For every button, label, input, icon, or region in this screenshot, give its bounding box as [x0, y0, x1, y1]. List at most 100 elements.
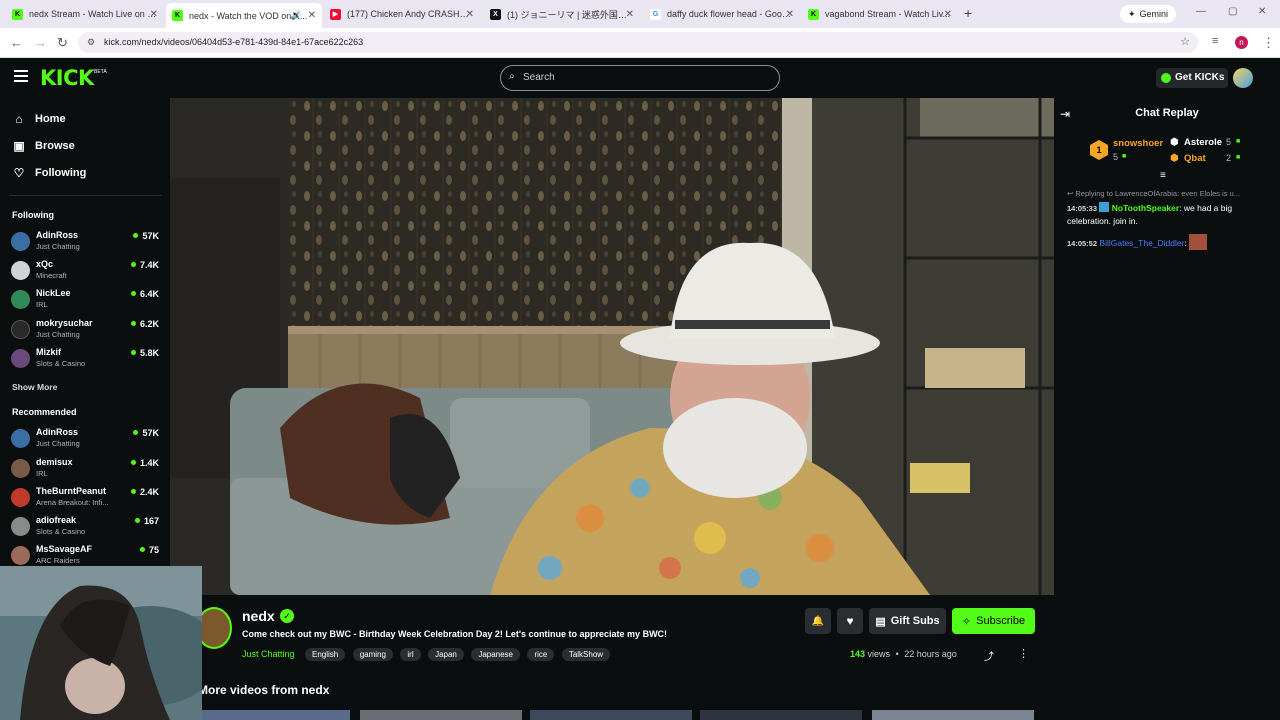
sidebar-channel[interactable]: TheBurntPeanut Arena Breakout: Infi... 2…: [11, 484, 161, 512]
speaker-icon[interactable]: 🔊: [291, 10, 302, 21]
browser-tab[interactable]: X (1) ジョニーリマ | 迷惑外国人拡... ✕: [484, 3, 640, 25]
minimize-icon[interactable]: —: [1196, 6, 1206, 17]
close-window-icon[interactable]: ✕: [1258, 6, 1266, 17]
media-controls-icon[interactable]: ≡: [1212, 35, 1218, 47]
expand-leaderboard-icon[interactable]: ≡: [1160, 170, 1166, 181]
x-favicon-icon: X: [490, 8, 501, 20]
message-user[interactable]: NoToothSpeaker: [1112, 203, 1179, 213]
more-options-icon[interactable]: ⋮: [1018, 647, 1029, 660]
close-tab-icon[interactable]: ✕: [150, 9, 158, 20]
browser-tab[interactable]: K vagabond Stream - Watch Liv... ✕: [802, 3, 958, 25]
nav-label: Following: [35, 167, 87, 179]
nav-home[interactable]: ⌂ Home: [12, 109, 65, 129]
sidebar-channel[interactable]: adiofreak Slots & Casino 167: [11, 513, 161, 541]
message-user[interactable]: BillGates_The_Diddler: [1099, 238, 1184, 248]
browser-tab[interactable]: ▶ (177) Chicken Andy CRASHES N... ✕: [324, 3, 480, 25]
gift-subs-button[interactable]: ▤ Gift Subs: [869, 608, 946, 634]
leaderboard-user[interactable]: Qbat: [1184, 153, 1206, 164]
avatar: [11, 349, 30, 368]
tag[interactable]: Japanese: [471, 648, 521, 661]
subscribe-button[interactable]: ✧ Subscribe: [952, 608, 1035, 634]
new-tab-icon[interactable]: +: [964, 5, 972, 21]
chat-title: Chat Replay: [1135, 107, 1199, 119]
notification-bell-button[interactable]: 🔔: [805, 608, 831, 634]
sidebar-channel[interactable]: xQc Minecraft 7.4K: [11, 257, 161, 285]
channel-category: ARC Raiders: [36, 556, 80, 565]
channel-name: TheBurntPeanut: [36, 486, 107, 496]
more-videos-heading: More videos from nedx: [198, 683, 330, 697]
channel-category: Just Chatting: [36, 330, 80, 339]
share-icon[interactable]: ⤴: [984, 648, 994, 663]
gemini-icon: ✦: [1127, 8, 1136, 19]
tab-title: (1) ジョニーリマ | 迷惑外国人拡...: [507, 9, 634, 20]
close-tab-icon[interactable]: ✕: [786, 9, 794, 20]
hamburger-menu-icon[interactable]: [14, 70, 28, 82]
maximize-icon[interactable]: ▢: [1228, 6, 1237, 17]
tag[interactable]: irl: [400, 648, 421, 661]
leaderboard-user[interactable]: Asterole: [1184, 137, 1222, 148]
user-avatar[interactable]: [1233, 68, 1253, 88]
channel-name: NickLee: [36, 288, 71, 298]
channel-name[interactable]: nedx: [242, 608, 275, 624]
nav-following[interactable]: ♡ Following: [12, 163, 87, 183]
kick-logo[interactable]: KICK: [40, 66, 94, 90]
reload-icon[interactable]: ↻: [57, 35, 68, 51]
viewer-count: 57K: [133, 428, 159, 438]
tag[interactable]: rice: [527, 648, 555, 661]
category-link[interactable]: Just Chatting: [242, 649, 295, 659]
tag[interactable]: TalkShow: [561, 648, 611, 661]
sidebar-channel[interactable]: AdinRoss Just Chatting 57K: [11, 228, 161, 256]
avatar: [11, 517, 30, 536]
avatar: [11, 320, 30, 339]
browser-tab[interactable]: K nedx Stream - Watch Live on Ki... ✕: [6, 3, 164, 25]
url-field[interactable]: ⚙ kick.com/nedx/videos/06404d53-e781-439…: [78, 32, 1198, 53]
reply-note: ↩ Replying to LawrenceOfArabia: even Elo…: [1067, 189, 1272, 198]
tag[interactable]: English: [304, 648, 346, 661]
video-age: 22 hours ago: [904, 649, 957, 659]
leaderboard-count: 5: [1113, 152, 1119, 162]
follow-button[interactable]: ♥: [837, 608, 863, 634]
forward-icon[interactable]: →: [34, 35, 47, 50]
sidebar-channel[interactable]: AdinRoss Just Chatting 57K: [11, 425, 161, 453]
tag[interactable]: Japan: [428, 648, 464, 661]
get-kicks-button[interactable]: Get KICKs: [1156, 68, 1228, 88]
rank-icon: ⬢: [1170, 153, 1179, 164]
tag[interactable]: gaming: [352, 648, 393, 661]
close-tab-icon[interactable]: ✕: [466, 9, 474, 20]
sidebar-channel[interactable]: demisux IRL 1.4K: [11, 455, 161, 483]
site-info-icon[interactable]: ⚙: [87, 32, 95, 53]
video-thumbnail[interactable]: [530, 710, 692, 720]
channel-category: Slots & Casino: [36, 359, 86, 368]
sidebar-channel[interactable]: NickLee IRL 6.4K: [11, 286, 161, 314]
gemini-button[interactable]: ✦ Gemini: [1120, 5, 1176, 23]
video-thumbnail[interactable]: [200, 710, 350, 720]
stream-title: Come check out my BWC - Birthday Week Ce…: [242, 629, 668, 639]
video-player[interactable]: [170, 98, 1054, 595]
close-tab-icon[interactable]: ✕: [944, 9, 952, 20]
sidebar-channel[interactable]: Mizkif Slots & Casino 5.8K: [11, 345, 161, 373]
browser-tab[interactable]: G daffy duck flower head - Googl... ✕: [644, 3, 800, 25]
browser-tab-active[interactable]: K nedx - Watch the VOD on K... 🔊 ✕: [166, 3, 322, 28]
leaderboard-user[interactable]: snowshoer: [1113, 138, 1163, 149]
rank-badge: 1: [1090, 140, 1108, 160]
profile-avatar[interactable]: n: [1235, 36, 1248, 49]
stream-info: nedx ✓ Come check out my BWC - Birthday …: [170, 595, 1054, 720]
bookmark-star-icon[interactable]: ☆: [1180, 32, 1190, 53]
browser-menu-icon[interactable]: ⋮: [1262, 35, 1275, 51]
video-thumbnail[interactable]: [360, 710, 522, 720]
video-thumbnail[interactable]: [872, 710, 1034, 720]
address-bar: ← → ↻ ⚙ kick.com/nedx/videos/06404d53-e7…: [0, 28, 1280, 58]
heart-icon: ♡: [13, 166, 25, 180]
beta-badge: BETA: [94, 69, 107, 75]
show-more-link[interactable]: Show More: [12, 382, 57, 392]
sidebar-channel[interactable]: mokrysuchar Just Chatting 6.2K: [11, 316, 161, 344]
nav-browse[interactable]: ▣ Browse: [12, 136, 74, 156]
close-tab-icon[interactable]: ✕: [308, 10, 316, 21]
back-icon[interactable]: ←: [10, 35, 23, 50]
search-box[interactable]: ⌕: [500, 65, 780, 91]
viewer-count: 6.2K: [131, 319, 159, 329]
video-thumbnail[interactable]: [700, 710, 862, 720]
close-tab-icon[interactable]: ✕: [626, 9, 634, 20]
tag-row: Just Chatting English gaming irl Japan J…: [242, 644, 613, 662]
search-input[interactable]: [523, 72, 763, 83]
